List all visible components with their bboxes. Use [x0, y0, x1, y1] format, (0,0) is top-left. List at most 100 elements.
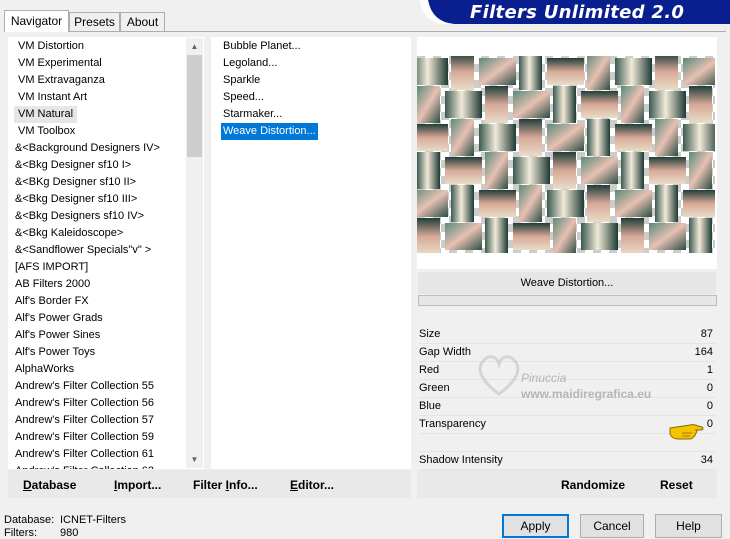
cancel-button[interactable]: Cancel: [580, 514, 644, 538]
weave-cell: [445, 223, 482, 250]
weave-cell: [417, 218, 440, 253]
category-item[interactable]: VM Toolbox: [14, 123, 79, 140]
selected-filter-name: Weave Distortion...: [418, 272, 716, 294]
weave-cell: [547, 124, 584, 151]
weave-cell: [689, 86, 712, 123]
category-item[interactable]: VM Natural: [14, 106, 78, 123]
pointing-hand-icon: [669, 424, 704, 440]
weave-cell: [479, 190, 516, 217]
randomize-button[interactable]: Randomize: [561, 478, 625, 492]
param-label: Size: [419, 328, 441, 340]
weave-cell: [655, 185, 678, 222]
category-item[interactable]: VM Instant Art: [14, 89, 91, 106]
filter-item[interactable]: Weave Distortion...: [221, 123, 318, 140]
category-item[interactable]: VM Extravaganza: [14, 72, 109, 89]
status-filters-label: Filters:: [4, 527, 37, 539]
apply-button[interactable]: Apply: [502, 514, 569, 538]
param-value: 164: [694, 346, 713, 358]
weave-cell: [587, 119, 610, 156]
scroll-thumb[interactable]: [187, 55, 202, 157]
watermark-logo: [478, 355, 520, 396]
param-row[interactable]: Gap Width 164: [419, 343, 716, 362]
category-item[interactable]: &<Background Designers IV>: [11, 140, 164, 157]
param-row[interactable]: Size 87: [419, 325, 716, 344]
category-item[interactable]: Andrew's Filter Collection 55: [11, 378, 158, 395]
editor-button[interactable]: Editor...: [290, 478, 334, 492]
weave-cell: [519, 185, 542, 222]
tab-navigator[interactable]: Navigator: [4, 10, 69, 32]
param-value: 0: [706, 382, 713, 394]
weave-cell: [581, 157, 618, 184]
weave-cell: [451, 119, 474, 156]
category-item[interactable]: Alf's Border FX: [11, 293, 93, 310]
import-button[interactable]: Import...: [114, 478, 161, 492]
weave-cell: [417, 58, 448, 85]
category-item[interactable]: &<Bkg Kaleidoscope>: [11, 225, 127, 242]
preview-image: [417, 56, 715, 253]
filter-item[interactable]: Starmaker...: [221, 106, 284, 123]
reset-button[interactable]: Reset: [660, 478, 693, 492]
filter-item[interactable]: Bubble Planet...: [221, 38, 303, 55]
weave-cell: [649, 157, 686, 184]
weave-cell: [519, 56, 542, 90]
weave-cell: [689, 218, 712, 253]
tab-underline: [4, 31, 726, 32]
weave-cell: [513, 223, 550, 250]
weave-cell: [417, 152, 440, 189]
category-item[interactable]: &<Bkg Designers sf10 IV>: [11, 208, 148, 225]
scroll-up-icon[interactable]: ▲: [186, 38, 203, 55]
weave-cell: [479, 124, 516, 151]
category-item[interactable]: &<Bkg Designer sf10 I>: [11, 157, 135, 174]
category-item[interactable]: Andrew's Filter Collection 59: [11, 429, 158, 446]
category-item[interactable]: &<Sandflower Specials"v" >: [11, 242, 155, 259]
scroll-down-icon[interactable]: ▼: [186, 451, 203, 468]
filter-item[interactable]: Legoland...: [221, 55, 279, 72]
category-item[interactable]: Alf's Power Toys: [11, 344, 99, 361]
param-row[interactable]: Shadow Intensity 34: [419, 451, 716, 470]
filter-item[interactable]: Sparkle: [221, 72, 262, 89]
weave-cell: [417, 86, 440, 123]
category-item[interactable]: Andrew's Filter Collection 57: [11, 412, 158, 429]
param-value: 0: [706, 418, 713, 430]
weave-cell: [649, 91, 686, 118]
preview-panel: [417, 37, 717, 269]
weave-cell: [621, 218, 644, 253]
weave-cell: [683, 124, 715, 151]
weave-cell: [621, 152, 644, 189]
weave-cell: [513, 157, 550, 184]
filter-item[interactable]: Speed...: [221, 89, 266, 106]
status-filters-value: 980: [60, 527, 79, 539]
category-item[interactable]: VM Experimental: [14, 55, 106, 72]
category-item[interactable]: AlphaWorks: [11, 361, 78, 378]
weave-cell: [451, 56, 474, 90]
category-item[interactable]: Alf's Power Grads: [11, 310, 107, 327]
param-label: Green: [419, 382, 450, 394]
category-item[interactable]: [AFS IMPORT]: [11, 259, 92, 276]
param-label: Transparency: [419, 418, 486, 430]
weave-cell: [587, 185, 610, 222]
category-item[interactable]: Alf's Power Sines: [11, 327, 104, 344]
weave-cell: [417, 190, 448, 217]
category-item[interactable]: Andrew's Filter Collection 56: [11, 395, 158, 412]
category-item[interactable]: &<Bkg Designer sf10 III>: [11, 191, 141, 208]
database-button[interactable]: Database: [23, 478, 76, 492]
weave-cell: [655, 56, 678, 90]
help-button[interactable]: Help: [655, 514, 722, 538]
weave-cell: [655, 119, 678, 156]
weave-cell: [621, 86, 644, 123]
filter-info-button[interactable]: Filter Info...: [193, 478, 258, 492]
category-scrollbar[interactable]: ▲ ▼: [186, 38, 203, 468]
category-item[interactable]: AB Filters 2000: [11, 276, 94, 293]
tab-presets[interactable]: Presets: [69, 12, 120, 31]
weave-cell: [553, 86, 576, 123]
category-item[interactable]: Andrew's Filter Collection 61: [11, 446, 158, 463]
category-item[interactable]: VM Distortion: [14, 38, 88, 55]
progress-bar: [418, 295, 717, 306]
category-item[interactable]: &<BKg Designer sf10 II>: [11, 174, 140, 191]
category-item[interactable]: Andrew's Filter Collection 62: [11, 463, 158, 469]
param-row[interactable]: Red 1: [419, 361, 716, 380]
tab-about[interactable]: About: [120, 12, 165, 31]
filter-list[interactable]: Bubble Planet... Legoland... Sparkle Speed.…: [211, 37, 411, 469]
category-list[interactable]: VM Distortion VM Experimental VM Extravaga…: [8, 37, 204, 469]
weave-cell: [683, 190, 715, 217]
